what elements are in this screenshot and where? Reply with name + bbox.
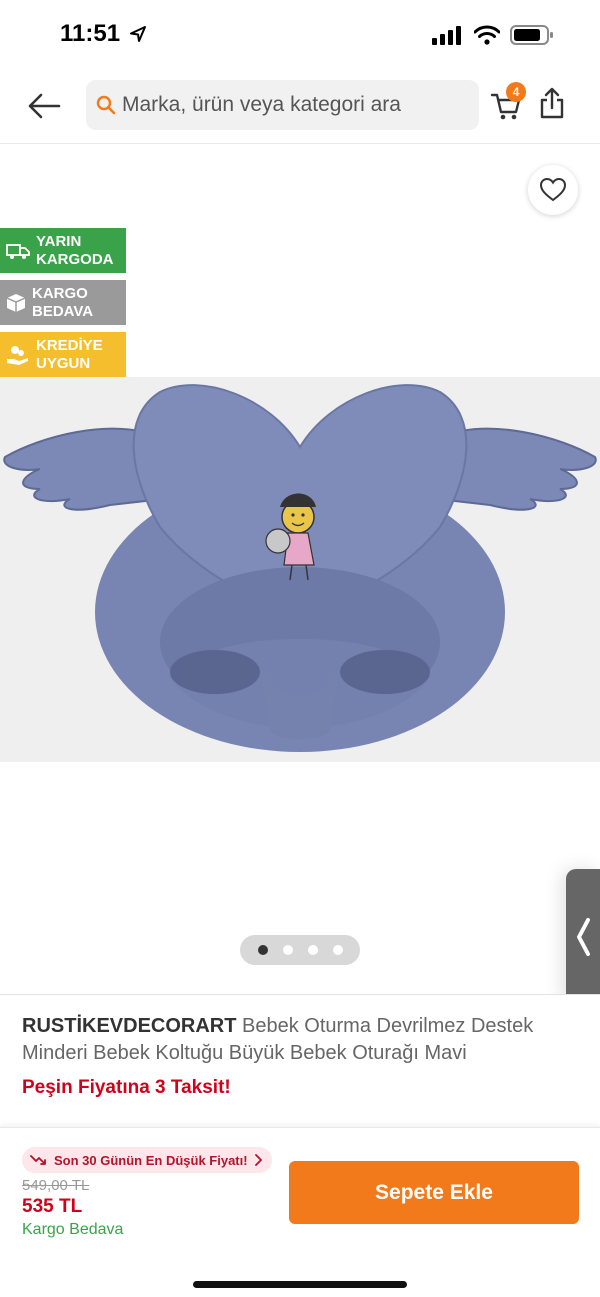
product-brand[interactable]: RUSTİKEVDECORART (22, 1015, 236, 1037)
pagination-dot[interactable] (257, 945, 268, 955)
lowest-price-badge[interactable]: Son 30 Günün En Düşük Fiyatı! (22, 1147, 272, 1173)
section-divider (0, 994, 600, 995)
current-price: 535 TL (22, 1196, 83, 1217)
badge-free-shipping: KARGO BEDAVA (0, 280, 126, 325)
coins-hand-icon (6, 343, 30, 367)
installment-promo: Peşin Fiyatına 3 Taksit! (22, 1077, 231, 1098)
shipping-info: Kargo Bedava (22, 1221, 124, 1238)
cart-button[interactable]: 4 (490, 82, 530, 126)
search-box[interactable] (86, 80, 479, 130)
badge-label: KREDİYE UYGUN (36, 336, 103, 372)
old-price: 549,00 TL (22, 1177, 90, 1194)
status-icons (432, 24, 554, 46)
search-icon (96, 95, 116, 115)
status-time: 11:51 (60, 20, 147, 48)
purchase-bar: Son 30 Günün En Düşük Fiyatı! 549,00 TL … (0, 1127, 600, 1297)
cart-count-badge: 4 (506, 82, 526, 102)
trend-down-icon (30, 1155, 46, 1165)
badge-label: YARIN KARGODA (36, 232, 114, 268)
chevron-right-icon (254, 1154, 262, 1166)
product-title: RUSTİKEVDECORART Bebek Oturma Devrilmez … (22, 1013, 582, 1067)
product-gallery[interactable]: YARIN KARGODA KARGO BEDAVA KREDİYE UYGUN (0, 145, 600, 995)
pagination-dot[interactable] (307, 945, 318, 955)
battery-icon (510, 25, 553, 45)
share-icon (540, 87, 564, 119)
wifi-icon (474, 25, 500, 45)
gallery-pagination[interactable] (240, 935, 360, 965)
product-image[interactable] (0, 377, 600, 762)
favorite-button[interactable] (528, 165, 578, 215)
top-nav: 4 (0, 72, 600, 144)
share-button[interactable] (538, 86, 574, 126)
rating-row-partial (22, 1117, 582, 1127)
badge-credit-eligible: KREDİYE UYGUN (0, 332, 126, 377)
location-arrow-icon (129, 26, 146, 42)
add-to-cart-button[interactable]: Sepete Ekle (289, 1161, 579, 1224)
signal-icon (432, 26, 461, 45)
badge-label: KARGO BEDAVA (32, 284, 94, 320)
clock-text: 11:51 (60, 20, 121, 47)
status-bar: 11:51 (0, 0, 600, 70)
truck-icon (6, 239, 30, 263)
search-input[interactable] (122, 93, 462, 117)
pagination-dot[interactable] (332, 945, 343, 955)
lowest-price-label: Son 30 Günün En Düşük Fiyatı! (54, 1152, 248, 1168)
side-drawer-tab[interactable] (566, 869, 600, 995)
chevron-left-icon (577, 918, 590, 956)
box-icon (6, 291, 26, 315)
badge-next-day-delivery: YARIN KARGODA (0, 228, 126, 273)
pagination-dot[interactable] (282, 945, 293, 955)
heart-icon (540, 178, 566, 202)
baby-seat-illustration (3, 384, 597, 752)
arrow-left-icon (28, 93, 61, 119)
home-indicator (193, 1281, 407, 1288)
back-button[interactable] (24, 86, 64, 126)
